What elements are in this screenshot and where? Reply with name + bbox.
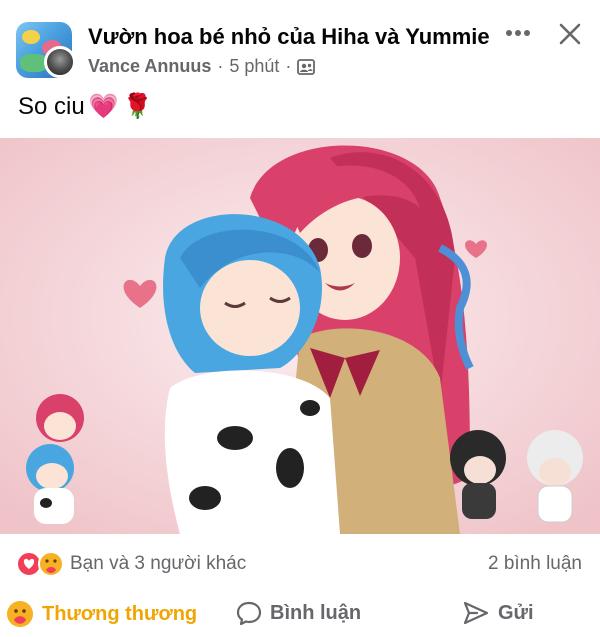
- share-label: Gửi: [498, 601, 534, 624]
- rose-emoji: 🌹: [122, 93, 153, 120]
- close-icon: [559, 23, 581, 45]
- comment-icon: [236, 601, 262, 626]
- comment-button[interactable]: Bình luận: [236, 600, 361, 626]
- love-reaction-icon: [16, 551, 42, 577]
- like-button[interactable]: Thương thương: [6, 600, 197, 628]
- reaction-icons[interactable]: [16, 550, 68, 578]
- post-meta: Vance Annuus · 5 phút ·: [88, 56, 316, 77]
- group-name[interactable]: Vườn hoa bé nhỏ của Hiha và Yummie: [88, 24, 490, 50]
- author-name[interactable]: Vance Annuus: [88, 56, 211, 77]
- comment-count[interactable]: 2 bình luận: [488, 553, 582, 575]
- post-time[interactable]: 5 phút: [229, 56, 279, 77]
- post-image[interactable]: [0, 138, 600, 534]
- post-caption: So ciu 💗 🌹: [18, 92, 152, 121]
- sparkling-heart-emoji: 💗: [88, 93, 119, 120]
- care-reaction-icon: [38, 551, 64, 577]
- meta-separator: ·: [285, 56, 292, 76]
- author-avatar[interactable]: [44, 46, 76, 78]
- action-bar: Thương thương Bình luận Gửi: [0, 592, 600, 637]
- share-button[interactable]: Gửi: [462, 600, 534, 626]
- anime-illustration: [0, 138, 600, 534]
- avatar-art-shape: [22, 30, 40, 44]
- care-reaction-icon: [7, 601, 33, 627]
- more-horizontal-icon: [506, 30, 530, 36]
- send-icon: [463, 601, 489, 625]
- close-button[interactable]: [552, 16, 588, 52]
- post-header: Vườn hoa bé nhỏ của Hiha và Yummie Vance…: [0, 0, 600, 90]
- reaction-summary: Bạn và 3 người khác 2 bình luận: [0, 544, 600, 584]
- comment-label: Bình luận: [270, 601, 362, 624]
- meta-separator: ·: [217, 56, 224, 76]
- like-label: Thương thương: [42, 602, 198, 625]
- group-members-icon[interactable]: [297, 58, 316, 75]
- caption-text: So ciu: [18, 92, 85, 120]
- reaction-text[interactable]: Bạn và 3 người khác: [70, 553, 246, 575]
- more-options-button[interactable]: [500, 18, 536, 48]
